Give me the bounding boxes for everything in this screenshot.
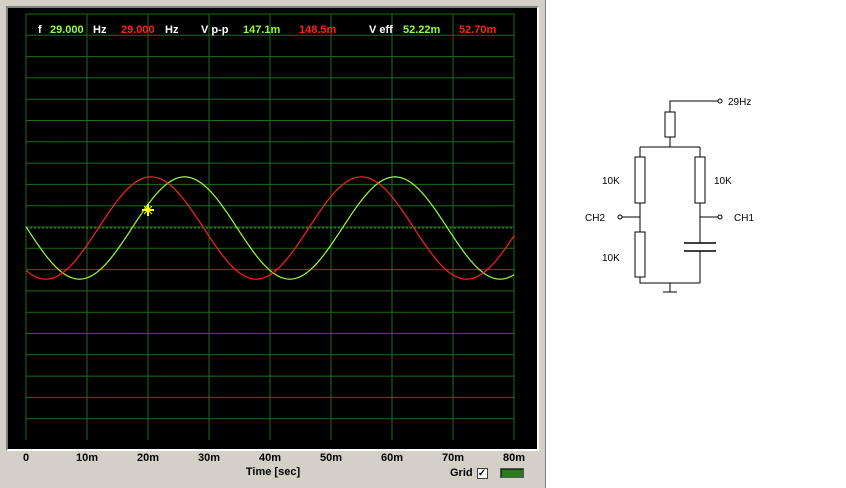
x-tick-label: 60m xyxy=(381,452,403,464)
x-tick-label: 20m xyxy=(137,452,159,464)
veff-label: V eff xyxy=(369,24,393,36)
freq-ch1-unit: Hz xyxy=(93,24,107,36)
vpp-label: V p-p xyxy=(201,24,229,36)
freq-ch2-unit: Hz xyxy=(165,24,179,36)
vpp-ch1-value: 147.1m xyxy=(243,24,281,36)
source-resistor xyxy=(664,111,676,138)
x-tick-label: 0 xyxy=(23,452,29,464)
x-axis-ticks xyxy=(25,442,515,449)
r-left-top-label: 10K xyxy=(602,176,620,187)
grid-label: Grid xyxy=(450,467,473,479)
x-tick-label: 10m xyxy=(76,452,98,464)
x-tick-label: 50m xyxy=(320,452,342,464)
freq-label: f xyxy=(38,24,42,36)
resistor-left-top xyxy=(634,156,646,204)
circuit-diagram: 29Hz 10K 10K 10K CH2 CH1 xyxy=(585,97,754,293)
r-right-top-label: 10K xyxy=(714,176,732,187)
source-label: 29Hz xyxy=(728,97,751,108)
grid-color-swatch[interactable] xyxy=(499,468,524,478)
ch1-label: CH1 xyxy=(734,213,754,224)
resistor-right-top xyxy=(694,156,706,204)
grid-toggle[interactable]: Grid ✓ xyxy=(450,466,524,480)
x-tick-label: 70m xyxy=(442,452,464,464)
freq-ch1-value: 29.000 xyxy=(50,24,84,36)
ch2-label: CH2 xyxy=(585,213,605,224)
oscilloscope-chart: f 29.000 Hz 29.000 Hz V p-p 147.1m 148.5… xyxy=(23,13,525,478)
ch1-terminal xyxy=(717,214,723,220)
x-tick-label: 30m xyxy=(198,452,220,464)
source-terminal xyxy=(717,98,723,104)
resistor-left-bottom xyxy=(634,231,646,278)
vpp-ch2-value: 148.5m xyxy=(299,24,337,36)
veff-ch1-value: 52.22m xyxy=(403,24,441,36)
x-axis-tick-labels: 0 10m 20m 30m 40m 50m 60m 70m 80m xyxy=(23,452,525,464)
x-axis-title: Time [sec] xyxy=(246,466,301,478)
ch2-terminal xyxy=(617,214,623,220)
capacitor-symbol xyxy=(684,242,716,252)
x-tick-label: 40m xyxy=(259,452,281,464)
grid-checkbox[interactable]: ✓ xyxy=(476,467,488,479)
r-left-bottom-label: 10K xyxy=(602,253,620,264)
freq-ch2-value: 29.000 xyxy=(121,24,155,36)
x-tick-label: 80m xyxy=(503,452,525,464)
scope-panel: f 29.000 Hz 29.000 Hz V p-p 147.1m 148.5… xyxy=(0,0,546,488)
veff-ch2-value: 52.70m xyxy=(459,24,497,36)
